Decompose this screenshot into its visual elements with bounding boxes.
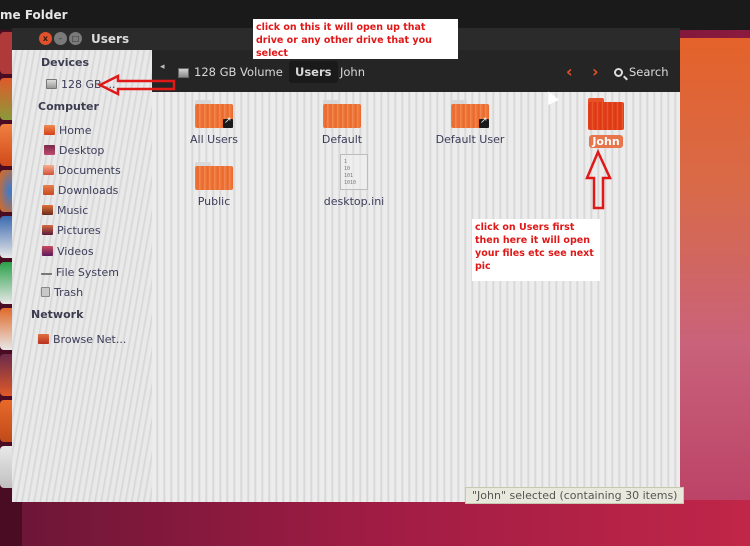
file-label: Public: [197, 195, 231, 208]
folder-icon: [323, 100, 361, 128]
desktop-background: [680, 38, 750, 546]
breadcrumb-john[interactable]: John: [334, 61, 371, 83]
desktop-background-bottom: [0, 500, 750, 546]
sidebar-item-browse-network[interactable]: Browse Net...: [38, 331, 126, 347]
folder-icon: [195, 100, 233, 128]
symlink-icon: [479, 116, 489, 128]
file-view: All Users Default Default User John: [152, 92, 680, 502]
sidebar-item-home[interactable]: Home: [44, 122, 91, 138]
documents-icon: [43, 165, 54, 175]
file-item-desktop-ini[interactable]: 1 10 101 1010 desktop.ini: [309, 154, 399, 209]
music-icon: [42, 205, 53, 215]
annotation-top: click on this it will open up that drive…: [253, 19, 458, 59]
home-icon: [44, 125, 55, 135]
sidebar-item-trash[interactable]: Trash: [41, 284, 83, 300]
file-label: Default: [321, 133, 363, 146]
search-icon: [614, 68, 623, 77]
downloads-icon: [43, 185, 54, 195]
network-icon: [38, 334, 49, 344]
folder-icon: [588, 98, 624, 130]
sidebar-item-128gb[interactable]: 128 GB ...: [46, 76, 116, 92]
sidebar-item-label: Documents: [58, 163, 121, 177]
sidebar-heading-network: Network: [31, 308, 84, 321]
sidebar-item-downloads[interactable]: Downloads: [43, 182, 118, 198]
videos-icon: [42, 246, 53, 256]
close-button[interactable]: x: [39, 32, 52, 45]
filesystem-icon: [41, 269, 52, 275]
preview-line: 1: [344, 159, 348, 165]
sidebar-item-documents[interactable]: Documents: [43, 162, 121, 178]
search-button[interactable]: Search: [614, 65, 669, 79]
window-title: Users: [91, 32, 130, 46]
status-bar: "John" selected (containing 30 items): [465, 487, 685, 504]
text-file-icon: 1 10 101 1010: [340, 154, 368, 190]
file-item-default-user[interactable]: Default User: [425, 100, 515, 147]
file-item-all-users[interactable]: All Users: [169, 100, 259, 147]
preview-line: 101: [344, 173, 354, 179]
sidebar-item-label: Pictures: [57, 223, 101, 237]
sidebar-item-label: Desktop: [59, 143, 105, 157]
folder-icon: [451, 100, 489, 128]
sidebar-item-label: Browse Net...: [53, 332, 127, 346]
file-item-john[interactable]: John: [561, 98, 651, 149]
sidebar-item-label: Trash: [54, 285, 84, 299]
breadcrumb-scroll-left[interactable]: ◂: [160, 62, 165, 72]
preview-line: 10: [344, 166, 351, 172]
sidebar-item-label: Music: [57, 203, 89, 217]
sidebar-item-pictures[interactable]: Pictures: [42, 222, 101, 238]
trash-icon: [41, 287, 50, 297]
sidebar-item-file-system[interactable]: File System: [41, 264, 119, 280]
annotation-side: click on Users first then here it will o…: [472, 219, 600, 281]
folder-icon: [195, 162, 233, 190]
drive-icon: [46, 79, 57, 89]
forward-button[interactable]: ›: [592, 62, 599, 81]
file-item-public[interactable]: Public: [169, 162, 259, 209]
file-label: John: [589, 135, 623, 148]
top-panel-title: me Folder: [0, 8, 68, 22]
pictures-icon: [42, 225, 53, 235]
sidebar-heading-computer: Computer: [38, 100, 99, 113]
file-label: All Users: [190, 133, 238, 146]
sidebar-item-desktop[interactable]: Desktop: [44, 142, 104, 158]
minimize-button[interactable]: –: [54, 32, 67, 45]
sidebar-item-videos[interactable]: Videos: [42, 243, 94, 259]
breadcrumb-label: 128 GB Volume: [194, 65, 283, 79]
preview-line: 1010: [344, 180, 357, 186]
sidebar-item-music[interactable]: Music: [42, 202, 88, 218]
sidebar-item-label: 128 GB ...: [61, 77, 116, 91]
file-item-default[interactable]: Default: [297, 100, 387, 147]
symlink-icon: [223, 116, 233, 128]
drive-icon: [178, 67, 189, 78]
back-button[interactable]: ‹: [566, 62, 573, 81]
breadcrumb-users[interactable]: Users: [289, 61, 338, 83]
breadcrumb-128gb-volume[interactable]: 128 GB Volume: [172, 61, 289, 83]
sidebar: Devices 128 GB ... Computer Home Desktop…: [12, 50, 152, 502]
sidebar-item-label: Home: [59, 123, 92, 137]
desktop-icon: [44, 145, 55, 155]
maximize-button[interactable]: □: [69, 32, 82, 45]
sidebar-item-label: Videos: [57, 244, 94, 258]
file-label: Default User: [435, 133, 505, 146]
sidebar-item-label: File System: [56, 265, 119, 279]
search-label: Search: [629, 65, 669, 79]
sidebar-heading-devices: Devices: [41, 56, 90, 69]
sidebar-item-label: Downloads: [58, 183, 119, 197]
file-label: desktop.ini: [323, 195, 385, 208]
